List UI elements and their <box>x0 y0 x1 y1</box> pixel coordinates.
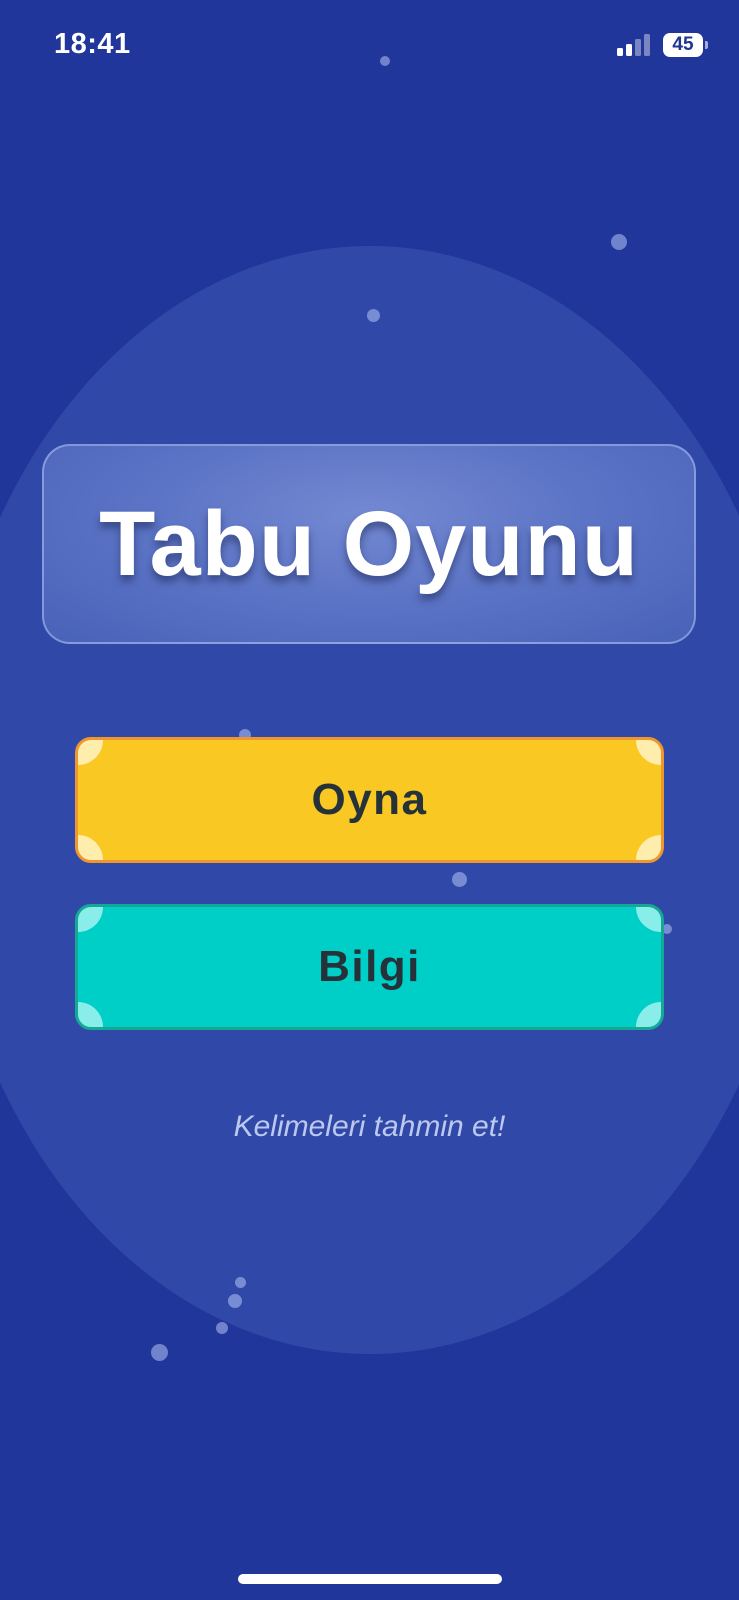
info-button[interactable]: Bilgi <box>75 904 664 1030</box>
battery-level: 45 <box>672 34 694 55</box>
bubble-decoration <box>151 1344 168 1361</box>
battery-icon: 45 <box>663 33 708 57</box>
bubble-decoration <box>216 1322 228 1334</box>
bubble-decoration <box>452 872 467 887</box>
status-time: 18:41 <box>54 28 131 60</box>
battery-tip <box>705 41 708 49</box>
home-indicator[interactable] <box>238 1574 502 1584</box>
bubble-decoration <box>235 1277 246 1288</box>
cellular-signal-icon <box>617 34 651 56</box>
info-button-label: Bilgi <box>318 942 421 991</box>
bubble-decoration <box>611 234 627 250</box>
status-bar: 18:41 45 <box>0 0 739 90</box>
game-title: Tabu Oyunu <box>99 493 639 595</box>
bubble-decoration <box>367 309 380 322</box>
title-card: Tabu Oyunu <box>42 444 696 644</box>
bubble-decoration <box>228 1294 242 1308</box>
play-button[interactable]: Oyna <box>75 737 664 863</box>
play-button-label: Oyna <box>311 775 428 824</box>
home-screen: 18:41 45 Tabu Oyunu Oyna Bilgi Kelimeler… <box>0 0 739 1600</box>
tagline: Kelimeleri tahmin et! <box>233 1110 506 1143</box>
